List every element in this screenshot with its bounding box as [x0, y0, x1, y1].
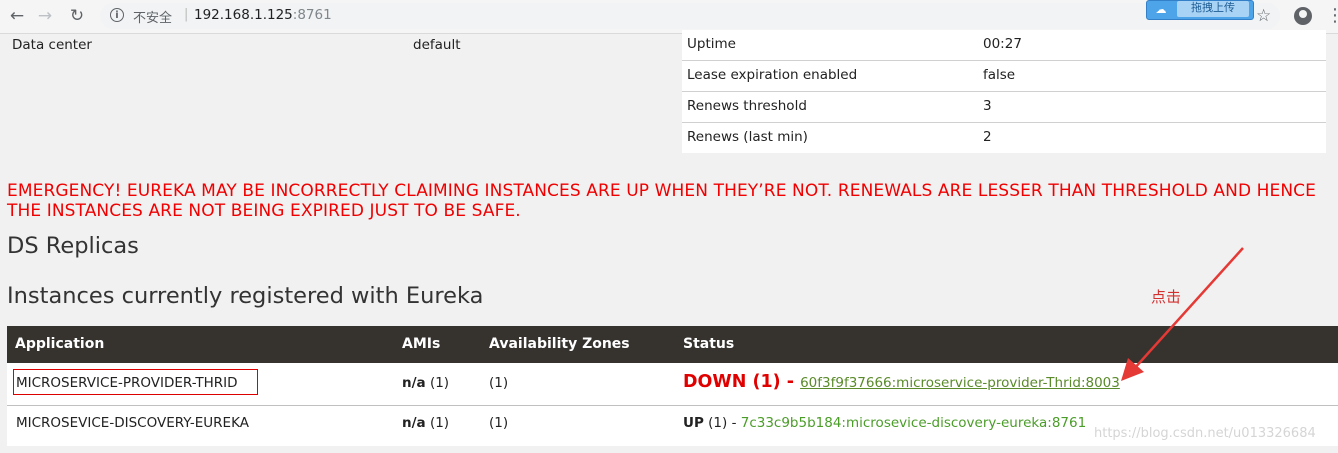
- watermark: https://blog.csdn.net/u013326684: [1094, 426, 1316, 441]
- annotation-arrow-icon: [1121, 247, 1244, 381]
